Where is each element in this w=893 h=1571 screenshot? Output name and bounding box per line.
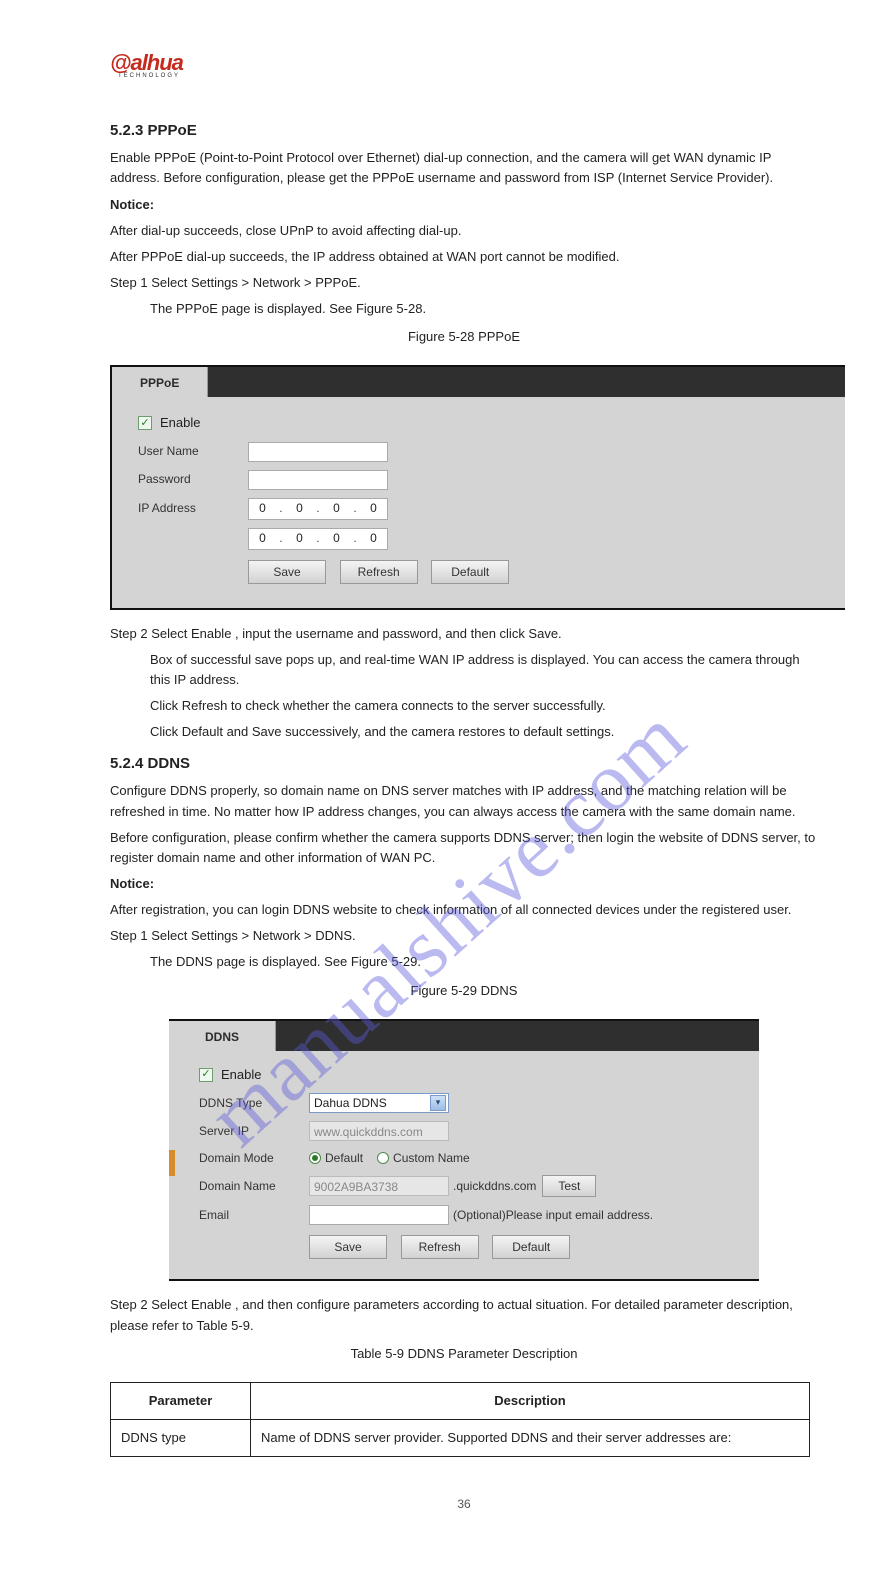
pppoe-panel: PPPoE ✓ Enable User Name Password IP Add… bbox=[110, 365, 845, 609]
pppoe-step2: Step 2 Select Enable , input the usernam… bbox=[110, 624, 818, 644]
cell-desc: Name of DDNS server provider. Supported … bbox=[251, 1420, 810, 1457]
ddns-panel: DDNS ✓ Enable DDNS Type Dahua DDNS ▾ Ser… bbox=[169, 1019, 759, 1282]
save-button[interactable]: Save bbox=[248, 560, 326, 584]
heading-pppoe: 5.2.3 PPPoE bbox=[110, 119, 818, 142]
email-hint: (Optional)Please input email address. bbox=[453, 1206, 653, 1225]
ddns-desc2: Before configuration, please confirm whe… bbox=[110, 828, 818, 868]
page-number: 36 bbox=[110, 1497, 818, 1511]
domainname-label: Domain Name bbox=[199, 1177, 309, 1196]
table-row: DDNS type Name of DDNS server provider. … bbox=[111, 1420, 810, 1457]
ddns-desc1: Configure DDNS properly, so domain name … bbox=[110, 781, 818, 821]
notice-label-2: Notice: bbox=[110, 874, 818, 894]
ip-label: IP Address bbox=[138, 499, 248, 518]
radio-custom[interactable] bbox=[377, 1152, 389, 1164]
brand-logo: @alhua TECHNOLOGY bbox=[110, 50, 818, 79]
panel-edge-accent bbox=[169, 1150, 175, 1176]
pppoe-step1-after: The PPPoE page is displayed. See Figure … bbox=[150, 299, 818, 319]
ddns-save-button[interactable]: Save bbox=[309, 1235, 387, 1259]
radio-default-label: Default bbox=[325, 1149, 363, 1168]
serverip-label: Server IP bbox=[199, 1122, 309, 1141]
password-input[interactable] bbox=[248, 470, 388, 490]
pppoe-notice-1: After dial-up succeeds, close UPnP to av… bbox=[110, 221, 818, 241]
enable-label: Enable bbox=[160, 413, 200, 433]
password-label: Password bbox=[138, 470, 248, 489]
email-label: Email bbox=[199, 1206, 309, 1225]
th-description: Description bbox=[251, 1382, 810, 1419]
chevron-down-icon: ▾ bbox=[430, 1095, 446, 1111]
ddns-enable-label: Enable bbox=[221, 1065, 261, 1085]
panel-header: PPPoE bbox=[112, 367, 845, 397]
enable-checkbox[interactable]: ✓ bbox=[138, 416, 152, 430]
pppoe-step2-a3: Click Default and Save successively, and… bbox=[150, 722, 818, 742]
ddns-refresh-button[interactable]: Refresh bbox=[401, 1235, 479, 1259]
test-button[interactable]: Test bbox=[542, 1175, 596, 1197]
fig-caption-ddns: Figure 5-29 DDNS bbox=[110, 981, 818, 1001]
fig-caption-pppoe: Figure 5-28 PPPoE bbox=[110, 327, 818, 347]
table-caption: Table 5-9 DDNS Parameter Description bbox=[110, 1344, 818, 1364]
username-input[interactable] bbox=[248, 442, 388, 462]
pppoe-desc: Enable PPPoE (Point-to-Point Protocol ov… bbox=[110, 148, 818, 188]
table-header-row: Parameter Description bbox=[111, 1382, 810, 1419]
th-parameter: Parameter bbox=[111, 1382, 251, 1419]
radio-custom-label: Custom Name bbox=[393, 1149, 470, 1168]
panel-header-ddns: DDNS bbox=[169, 1021, 759, 1051]
pppoe-step2-a2: Click Refresh to check whether the camer… bbox=[150, 696, 818, 716]
ddns-type-label: DDNS Type bbox=[199, 1094, 309, 1113]
username-label: User Name bbox=[138, 442, 248, 461]
heading-ddns: 5.2.4 DDNS bbox=[110, 752, 818, 775]
ddns-step1-after: The DDNS page is displayed. See Figure 5… bbox=[150, 952, 818, 972]
ddns-default-button[interactable]: Default bbox=[492, 1235, 570, 1259]
domainname-input: 9002A9BA3738 bbox=[309, 1176, 449, 1196]
domainmode-label: Domain Mode bbox=[199, 1149, 309, 1168]
ip-address-2[interactable]: 0. 0. 0. 0 bbox=[248, 528, 388, 550]
domain-suffix: .quickddns.com bbox=[453, 1177, 536, 1196]
notice-label: Notice: bbox=[110, 195, 818, 215]
ddns-step2: Step 2 Select Enable , and then configur… bbox=[110, 1295, 818, 1335]
refresh-button[interactable]: Refresh bbox=[340, 560, 418, 584]
tab-pppoe[interactable]: PPPoE bbox=[112, 367, 208, 397]
pppoe-step1: Step 1 Select Settings > Network > PPPoE… bbox=[110, 273, 818, 293]
pppoe-notice-2: After PPPoE dial-up succeeds, the IP add… bbox=[110, 247, 818, 267]
tab-ddns[interactable]: DDNS bbox=[169, 1021, 276, 1051]
pppoe-step2-a1: Box of successful save pops up, and real… bbox=[150, 650, 818, 690]
serverip-input: www.quickddns.com bbox=[309, 1121, 449, 1141]
email-input[interactable] bbox=[309, 1205, 449, 1225]
radio-default[interactable] bbox=[309, 1152, 321, 1164]
ddns-type-select[interactable]: Dahua DDNS ▾ bbox=[309, 1093, 449, 1113]
cell-param: DDNS type bbox=[111, 1420, 251, 1457]
ddns-notice: After registration, you can login DDNS w… bbox=[110, 900, 818, 920]
param-table: Parameter Description DDNS type Name of … bbox=[110, 1382, 810, 1457]
ip-address-1[interactable]: 0. 0. 0. 0 bbox=[248, 498, 388, 520]
default-button[interactable]: Default bbox=[431, 560, 509, 584]
ddns-enable-checkbox[interactable]: ✓ bbox=[199, 1068, 213, 1082]
ddns-step1: Step 1 Select Settings > Network > DDNS. bbox=[110, 926, 818, 946]
